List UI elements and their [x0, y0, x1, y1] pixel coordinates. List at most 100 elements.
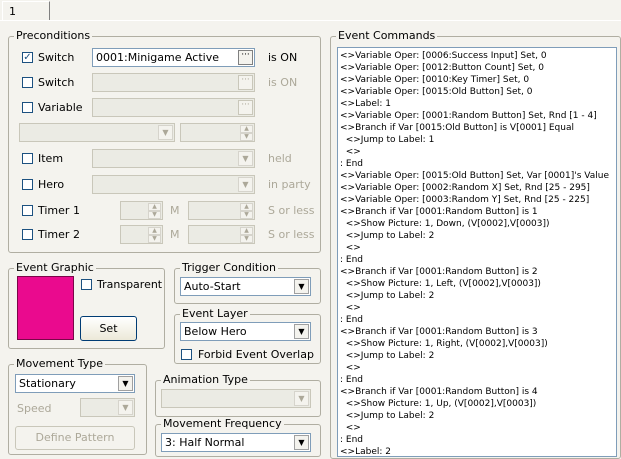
event-command-line[interactable]: <>Jump to Label: 1: [340, 134, 616, 146]
spin-down-icon: ▼: [240, 235, 253, 243]
event-commands-list[interactable]: <>Variable Oper: [0006:Success Input] Se…: [337, 47, 617, 457]
event-command-line[interactable]: <>Label: 1: [340, 98, 616, 110]
chevron-down-icon: ▼: [238, 177, 253, 192]
hero-label: Hero: [38, 178, 65, 191]
event-command-line[interactable]: <>Branch if Var [0015:Old Button] is V[0…: [340, 122, 616, 134]
item-select: ▼: [92, 149, 255, 168]
chevron-down-icon[interactable]: ▼: [118, 376, 133, 391]
event-command-line[interactable]: <>Show Picture: 1, Up, (V[0002],V[0003]): [340, 398, 616, 410]
timer2-label: Timer 2: [38, 228, 80, 241]
switch1-browse-button[interactable]: ···: [238, 50, 253, 65]
event-command-line[interactable]: <>Variable Oper: [0012:Button Count] Set…: [340, 62, 616, 74]
event-command-line[interactable]: <>Jump to Label: 2: [340, 290, 616, 302]
event-command-line[interactable]: <>Jump to Label: 2: [340, 350, 616, 362]
chevron-down-icon: ▼: [158, 125, 173, 140]
event-command-line[interactable]: <>Variable Oper: [0003:Random Y] Set, Rn…: [340, 194, 616, 206]
chevron-down-icon[interactable]: ▼: [294, 324, 309, 339]
event-command-line[interactable]: <>Branch if Var [0001:Random Button] is …: [340, 206, 616, 218]
chevron-down-icon: ▼: [238, 151, 253, 166]
timer2-checkbox[interactable]: [22, 229, 33, 240]
timer1-seconds-spinner: ▲ ▼: [188, 201, 255, 220]
switch1-suffix: is ON: [268, 51, 298, 64]
forbid-overlap-checkbox[interactable]: [181, 349, 192, 360]
event-command-line[interactable]: <>Jump to Label: 2: [340, 230, 616, 242]
item-checkbox[interactable]: [22, 153, 33, 164]
event-layer-select[interactable]: Below Hero ▼: [180, 322, 311, 341]
event-command-line[interactable]: <>: [340, 422, 616, 434]
item-label: Item: [38, 152, 64, 165]
switch1-checkbox[interactable]: ✓: [22, 52, 33, 63]
tab-bar: [0, 0, 621, 21]
event-command-line[interactable]: <>Variable Oper: [0002:Random X] Set, Rn…: [340, 182, 616, 194]
event-command-line[interactable]: <>Jump to Label: 2: [340, 410, 616, 422]
event-command-line[interactable]: <>: [340, 362, 616, 374]
switch1-field[interactable]: 0001:Minigame Active ···: [92, 48, 255, 67]
spin-up-icon: ▲: [240, 227, 253, 235]
define-pattern-button: Define Pattern: [15, 426, 135, 450]
transparent-label: Transparent: [97, 278, 163, 291]
event-command-line[interactable]: <>Variable Oper: [0001:Random Button] Se…: [340, 110, 616, 122]
switch1-value: 0001:Minigame Active: [96, 51, 220, 64]
animation-type-title: Animation Type: [161, 373, 250, 386]
variable-browse-button: ···: [238, 100, 253, 115]
variable-checkbox[interactable]: [22, 102, 33, 113]
speed-label: Speed: [17, 402, 52, 415]
tab-page-1[interactable]: 1: [2, 1, 50, 20]
switch2-checkbox[interactable]: [22, 77, 33, 88]
timer1-minutes-spinner: ▲ ▼: [120, 201, 163, 220]
event-graphic-preview[interactable]: [17, 276, 74, 340]
speed-select: ▼: [80, 398, 135, 417]
timer2-minutes-unit: M: [170, 228, 180, 241]
event-command-line[interactable]: : End: [340, 434, 616, 446]
event-command-line[interactable]: <>Show Picture: 1, Right, (V[0002],V[000…: [340, 338, 616, 350]
spin-up-icon: ▲: [240, 203, 253, 211]
variable-label: Variable: [38, 101, 83, 114]
switch2-field: ···: [92, 73, 255, 92]
variable-value-spinner: ▲ ▼: [180, 123, 255, 142]
event-command-line[interactable]: : End: [340, 158, 616, 170]
hero-suffix: in party: [268, 178, 311, 191]
timer1-checkbox[interactable]: [22, 205, 33, 216]
timer2-seconds-spinner: ▲ ▼: [188, 225, 255, 244]
event-command-line[interactable]: <>Variable Oper: [0015:Old Button] Set, …: [340, 170, 616, 182]
movement-type-select[interactable]: Stationary ▼: [15, 374, 135, 393]
event-command-line[interactable]: <>Variable Oper: [0006:Success Input] Se…: [340, 50, 616, 62]
event-command-line[interactable]: <>Show Picture: 1, Left, (V[0002],V[0003…: [340, 278, 616, 290]
spin-down-icon: ▼: [240, 133, 253, 141]
event-command-line[interactable]: : End: [340, 374, 616, 386]
switch2-suffix: is ON: [268, 76, 298, 89]
event-command-line[interactable]: <>Label: 2: [340, 446, 616, 456]
hero-checkbox[interactable]: [22, 179, 33, 190]
movement-frequency-select[interactable]: 3: Half Normal ▼: [161, 433, 311, 452]
event-command-line[interactable]: <>Show Picture: 1, Down, (V[0002],V[0003…: [340, 218, 616, 230]
trigger-condition-value: Auto-Start: [184, 280, 241, 293]
define-pattern-label: Define Pattern: [35, 431, 115, 444]
event-command-line[interactable]: <>: [340, 146, 616, 158]
spin-down-icon: ▼: [148, 211, 161, 219]
event-command-line[interactable]: <>: [340, 302, 616, 314]
event-command-line[interactable]: <>Variable Oper: [0010:Key Timer] Set, 0: [340, 74, 616, 86]
event-commands-title: Event Commands: [336, 29, 438, 42]
event-command-line[interactable]: : End: [340, 314, 616, 326]
chevron-down-icon: ▼: [294, 391, 309, 406]
event-command-line[interactable]: <>: [340, 242, 616, 254]
chevron-down-icon[interactable]: ▼: [294, 435, 309, 450]
event-command-line[interactable]: : End: [340, 254, 616, 266]
timer1-minutes-unit: M: [170, 204, 180, 217]
set-graphic-button[interactable]: Set: [80, 316, 137, 341]
timer1-seconds-unit: S or less: [268, 204, 315, 217]
event-command-line[interactable]: <>Variable Oper: [0015:Old Button] Set, …: [340, 86, 616, 98]
preconditions-title: Preconditions: [14, 29, 93, 42]
chevron-down-icon[interactable]: ▼: [294, 279, 309, 294]
event-layer-title: Event Layer: [180, 307, 250, 320]
event-command-line[interactable]: <>Branch if Var [0001:Random Button] is …: [340, 326, 616, 338]
transparent-checkbox[interactable]: [81, 279, 92, 290]
trigger-condition-select[interactable]: Auto-Start ▼: [180, 277, 311, 296]
forbid-overlap-label: Forbid Event Overlap: [198, 348, 314, 361]
timer2-minutes-spinner: ▲ ▼: [120, 225, 163, 244]
event-command-line[interactable]: <>Branch if Var [0001:Random Button] is …: [340, 386, 616, 398]
spin-up-icon: ▲: [148, 227, 161, 235]
movement-frequency-value: 3: Half Normal: [165, 436, 245, 449]
timer2-seconds-unit: S or less: [268, 228, 315, 241]
event-command-line[interactable]: <>Branch if Var [0001:Random Button] is …: [340, 266, 616, 278]
